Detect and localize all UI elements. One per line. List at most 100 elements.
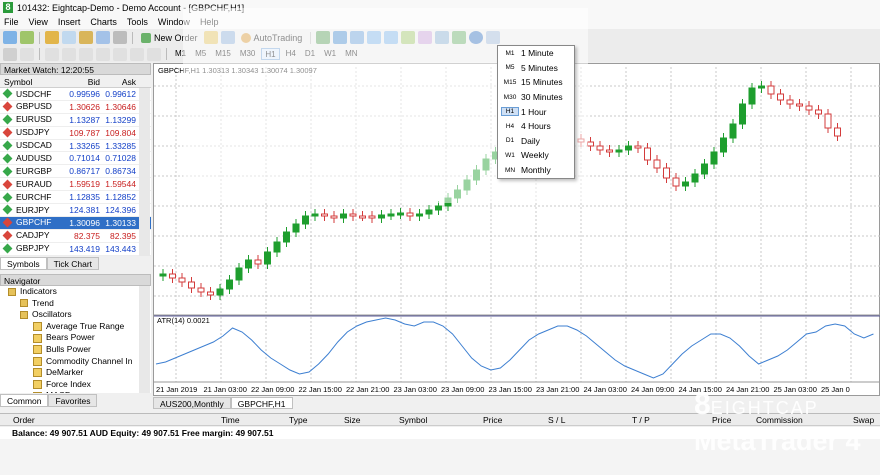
list-item[interactable]: USDCHF 0.99596 0.99612	[0, 88, 151, 101]
autotrading-button[interactable]: AutoTrading	[238, 31, 306, 45]
timeframe-h4[interactable]: H4	[283, 48, 299, 60]
timeframe-m30[interactable]: M30	[237, 48, 259, 60]
tree-item[interactable]: Bulls Power	[0, 344, 151, 356]
tree-item[interactable]: Commodity Channel In	[0, 356, 151, 368]
market-watch-scrollbar[interactable]	[139, 88, 150, 256]
timeframe-h1[interactable]: H1	[261, 48, 280, 60]
auto-scroll-icon[interactable]	[435, 31, 450, 44]
col-size[interactable]: Size	[344, 414, 361, 427]
chart-shift-icon[interactable]	[418, 31, 433, 44]
menu-file[interactable]: File	[4, 17, 19, 27]
candle-chart-icon[interactable]	[333, 31, 348, 44]
list-item[interactable]: EURCHF 1.12835 1.12852	[0, 191, 151, 205]
tab-tick-chart[interactable]: Tick Chart	[46, 257, 100, 270]
list-item[interactable]: EURJPY 124.381 124.396	[0, 204, 151, 217]
new-order-button[interactable]: New Order	[138, 31, 201, 45]
channel-icon[interactable]	[96, 47, 110, 61]
tree-item[interactable]: Indicators	[0, 286, 151, 298]
text-icon[interactable]	[130, 47, 144, 61]
trendline-icon[interactable]	[79, 47, 93, 61]
menu-insert[interactable]: Insert	[58, 17, 81, 27]
list-item[interactable]: AUDUSD 0.71014 0.71028	[0, 152, 151, 166]
tree-item[interactable]: Bears Power	[0, 332, 151, 344]
menu-view[interactable]: View	[29, 17, 48, 27]
market-watch-icon[interactable]	[45, 31, 59, 44]
metaeditor-icon[interactable]	[203, 31, 218, 44]
tree-item[interactable]: Trend	[0, 298, 151, 310]
tree-item[interactable]: Force Index	[0, 379, 151, 391]
timeframe-menu-item[interactable]: M1 1 Minute	[498, 46, 574, 61]
zoom-in-icon[interactable]	[367, 31, 382, 44]
tester-icon[interactable]	[113, 31, 127, 44]
tile-windows-icon[interactable]	[401, 31, 416, 44]
col-price[interactable]: Price	[483, 414, 502, 427]
tree-item[interactable]: Average True Range	[0, 321, 151, 333]
timeframe-m15[interactable]: M15	[212, 48, 234, 60]
timeframe-menu-item[interactable]: H4 4 Hours	[498, 119, 574, 134]
menu-window[interactable]: Window	[158, 17, 190, 27]
menu-help[interactable]: Help	[200, 17, 219, 27]
timeframe-m5[interactable]: M5	[192, 48, 209, 60]
timeframe-mn[interactable]: MN	[342, 48, 360, 60]
terminal-icon[interactable]	[96, 31, 110, 44]
col-sl[interactable]: S / L	[548, 414, 565, 427]
zoom-out-icon[interactable]	[384, 31, 399, 44]
tree-item[interactable]: MACD	[0, 390, 151, 393]
tree-item[interactable]: DeMarker	[0, 367, 151, 379]
list-item[interactable]: EURGBP 0.86717 0.86734	[0, 165, 151, 179]
col-symbol[interactable]: Symbol	[0, 76, 68, 87]
vertical-line-icon[interactable]	[45, 47, 59, 61]
tab-symbols[interactable]: Symbols	[0, 257, 47, 270]
new-chart-icon[interactable]	[3, 31, 17, 44]
timeframe-menu-item[interactable]: M5 5 Minutes	[498, 61, 574, 76]
list-item[interactable]: GBPUSD 1.30626 1.30646	[0, 101, 151, 114]
timeframe-d1[interactable]: D1	[302, 48, 318, 60]
list-item[interactable]: EURAUD 1.59519 1.59544	[0, 178, 151, 192]
menu-tools[interactable]: Tools	[127, 17, 148, 27]
timeframe-m1[interactable]: M1	[172, 48, 189, 60]
timeframe-menu-item[interactable]: M15 15 Minutes	[498, 75, 574, 90]
options-icon[interactable]	[220, 31, 235, 44]
col-tp[interactable]: T / P	[632, 414, 650, 427]
tab-common[interactable]: Common	[0, 394, 49, 407]
direction-icon	[2, 153, 13, 164]
periods-icon[interactable]	[469, 31, 484, 44]
timeframe-w1[interactable]: W1	[321, 48, 339, 60]
horizontal-line-icon[interactable]	[62, 47, 76, 61]
timeframe-menu-item[interactable]: D1 Daily	[498, 134, 574, 149]
col-symbol[interactable]: Symbol	[399, 414, 427, 427]
list-item[interactable]: GBPJPY 143.419 143.443	[0, 243, 151, 256]
tab-gbpchf[interactable]: GBPCHF,H1	[230, 397, 293, 409]
templates-icon[interactable]	[486, 31, 501, 44]
col-time[interactable]: Time	[221, 414, 240, 427]
list-item[interactable]: USDCAD 1.33265 1.33285	[0, 140, 151, 153]
tab-favorites[interactable]: Favorites	[48, 394, 98, 407]
list-item[interactable]: USDJPY 109.787 109.804	[0, 127, 151, 140]
list-item[interactable]: CADJPY 82.375 82.395	[0, 230, 151, 243]
navigator-scrollbar[interactable]	[139, 286, 150, 393]
menu-charts[interactable]: Charts	[90, 17, 117, 27]
timeframe-menu-item[interactable]: W1 Weekly	[498, 148, 574, 163]
candle	[691, 173, 699, 183]
timeframe-menu-item[interactable]: H1 1 Hour	[498, 104, 574, 119]
cursor-icon[interactable]	[3, 47, 17, 61]
col-ask[interactable]: Ask	[100, 76, 138, 87]
list-item[interactable]: EURUSD 1.13287 1.13299	[0, 114, 151, 127]
tab-aus200[interactable]: AUS200,Monthly	[153, 397, 231, 409]
fibonacci-icon[interactable]	[113, 47, 127, 61]
crosshair-icon[interactable]	[20, 47, 34, 61]
timeframe-menu-item[interactable]: M30 30 Minutes	[498, 90, 574, 105]
indicators-icon[interactable]	[452, 31, 467, 44]
bar-chart-icon[interactable]	[316, 31, 331, 44]
data-window-icon[interactable]	[62, 31, 76, 44]
navigator-icon[interactable]	[79, 31, 93, 44]
col-type[interactable]: Type	[289, 414, 307, 427]
timeframe-menu-item[interactable]: MN Monthly	[498, 163, 574, 178]
arrow-icon[interactable]	[147, 47, 161, 61]
col-bid[interactable]: Bid	[68, 76, 100, 87]
tree-item[interactable]: Oscillators	[0, 309, 151, 321]
list-item[interactable]: GBPCHF 1.30096 1.30133	[0, 216, 151, 230]
profiles-icon[interactable]	[20, 31, 34, 44]
line-chart-icon[interactable]	[350, 31, 365, 44]
col-order[interactable]: Order	[13, 414, 35, 427]
